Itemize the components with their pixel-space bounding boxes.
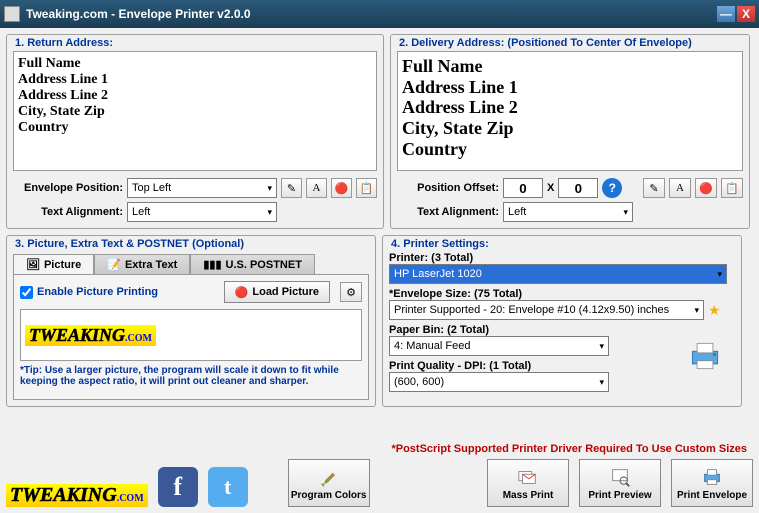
copy-icon[interactable]: 📋 [721,178,743,198]
picture-tip: *Tip: Use a larger picture, the program … [20,365,362,387]
picture-icon: 🖼 [26,258,40,271]
edit-icon[interactable]: ✎ [281,178,302,198]
color-icon[interactable]: 🔴 [695,178,717,198]
return-address-legend: 1. Return Address: [13,37,115,49]
picture-preview: TWEAKING.COM [20,309,362,361]
print-quality-label: Print Quality - DPI: (1 Total) [389,360,675,372]
tab-picture[interactable]: 🖼Picture [13,254,94,274]
text-align-label: Text Alignment: [13,206,123,218]
color-icon[interactable]: 🔴 [331,178,352,198]
minimize-button[interactable]: — [717,6,735,22]
envelope-size-select[interactable]: Printer Supported - 20: Envelope #10 (4.… [389,300,704,320]
printer-select[interactable]: HP LaserJet 1020 [389,264,727,284]
mass-print-button[interactable]: Mass Print [487,459,569,507]
picture-section-legend: 3. Picture, Extra Text & POSTNET (Option… [13,238,246,250]
printer-settings-legend: 4. Printer Settings: [389,238,491,250]
enable-picture-checkbox[interactable]: Enable Picture Printing [20,286,158,299]
facebook-icon[interactable]: f [158,467,198,507]
copy-icon[interactable]: 📋 [356,178,377,198]
footer-tweaking-logo[interactable]: TWEAKING.COM [6,484,148,507]
envelope-position-select[interactable]: Top Left [127,178,277,198]
tab-extra-text[interactable]: 📝Extra Text [94,254,190,274]
brush-icon [318,466,340,488]
font-icon[interactable]: A [306,178,327,198]
delivery-text-align-select[interactable]: Left [503,202,633,222]
title-bar: Tweaking.com - Envelope Printer v2.0.0 —… [0,0,759,28]
load-picture-button[interactable]: 🔴Load Picture [224,281,330,303]
program-colors-button[interactable]: Program Colors [288,459,370,507]
printer-label: Printer: (3 Total) [389,252,735,264]
offset-separator: X [547,182,554,194]
picture-section: 3. Picture, Extra Text & POSTNET (Option… [6,235,376,407]
envelope-position-label: Envelope Position: [13,182,123,194]
edit-icon[interactable]: ✎ [643,178,665,198]
printer-small-icon [701,466,723,488]
printer-icon[interactable] [686,337,724,375]
paper-bin-select[interactable]: 4: Manual Feed [389,336,609,356]
font-icon[interactable]: A [669,178,691,198]
twitter-icon[interactable]: t [208,467,248,507]
offset-x-input[interactable] [503,178,543,198]
close-button[interactable]: X [737,6,755,22]
print-envelope-button[interactable]: Print Envelope [671,459,753,507]
position-offset-label: Position Offset: [397,182,499,194]
delivery-text-align-label: Text Alignment: [397,206,499,218]
envelopes-icon [517,466,539,488]
window-title: Tweaking.com - Envelope Printer v2.0.0 [26,7,715,21]
printer-settings-group: 4. Printer Settings: Printer: (3 Total) … [382,235,742,407]
print-preview-button[interactable]: Print Preview [579,459,661,507]
print-quality-select[interactable]: (600, 600) [389,372,609,392]
offset-y-input[interactable] [558,178,598,198]
return-text-align-select[interactable]: Left [127,202,277,222]
folder-icon: 🔴 [235,286,249,299]
preview-icon [609,466,631,488]
postscript-note: *PostScript Supported Printer Driver Req… [391,443,747,455]
envelope-size-label: *Envelope Size: (75 Total) [389,288,735,300]
settings-icon[interactable]: ⚙ [340,282,362,302]
delivery-address-legend: 2. Delivery Address: (Positioned To Cent… [397,37,694,49]
delivery-address-group: 2. Delivery Address: (Positioned To Cent… [390,34,750,229]
return-address-input[interactable] [13,51,377,171]
app-icon [4,6,20,22]
return-address-group: 1. Return Address: Envelope Position: To… [6,34,384,229]
barcode-icon: ▮▮▮ [203,258,221,271]
tab-postnet[interactable]: ▮▮▮U.S. POSTNET [190,254,315,274]
star-icon[interactable]: ★ [708,302,721,319]
tweaking-logo: TWEAKING.COM [25,325,156,346]
paper-bin-label: Paper Bin: (2 Total) [389,324,675,336]
delivery-address-input[interactable] [397,51,743,171]
help-icon[interactable]: ? [602,178,622,198]
text-icon: 📝 [107,258,121,271]
